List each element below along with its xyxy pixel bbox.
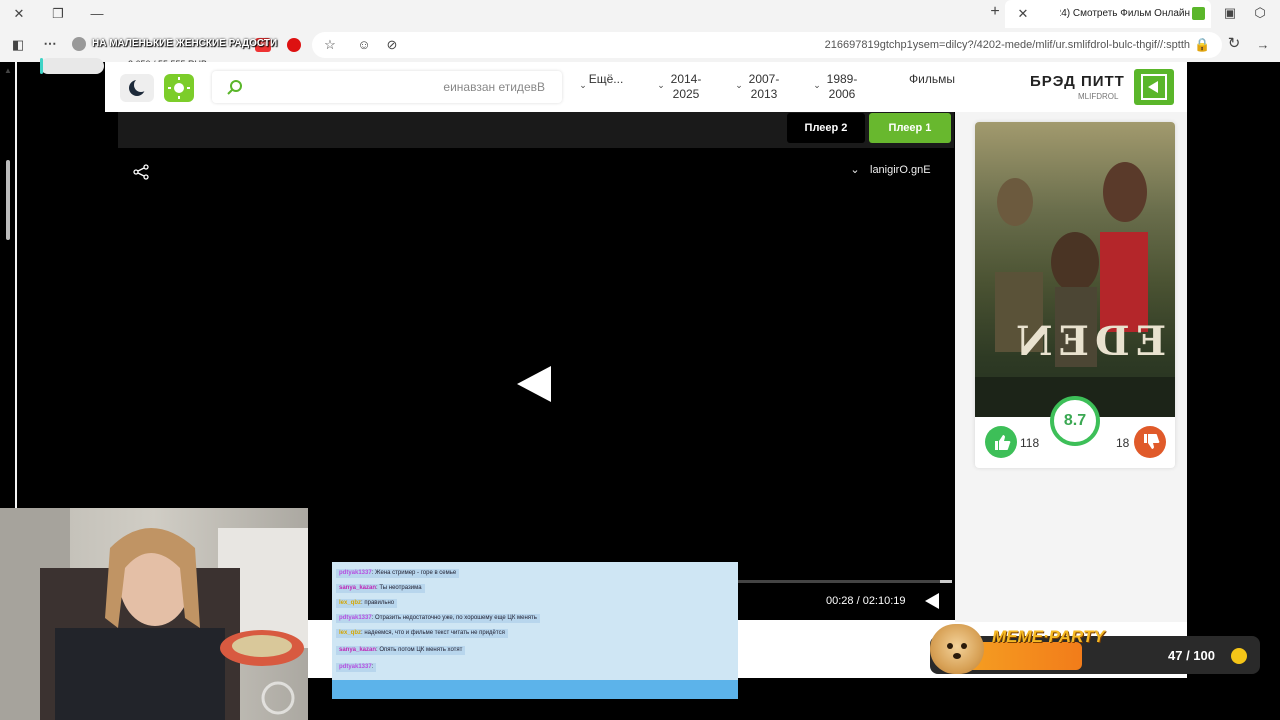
page-scrollbar[interactable] [15, 62, 17, 508]
dark-theme-button[interactable] [120, 74, 154, 102]
new-tab-icon[interactable]: + [988, 4, 1002, 20]
dislikes-count: 18 [1116, 436, 1130, 450]
refresh-icon[interactable]: ↻ [1226, 36, 1242, 51]
site-logo-name[interactable]: БРЭД ПИТТ [1030, 73, 1125, 90]
nav-films[interactable]: Фильмы [900, 72, 964, 87]
play-icon[interactable] [515, 364, 553, 404]
chevron-down-icon[interactable]: ⌄ [734, 78, 744, 92]
streamer-webcam [0, 508, 308, 720]
chat-message: pdtyak1337: Отразить недостаточно уже, п… [336, 614, 540, 623]
chevron-down-icon[interactable]: ⌄ [578, 78, 588, 92]
close-window-icon[interactable]: ✕ [12, 7, 26, 21]
scroll-up-icon[interactable]: ▲ [3, 64, 13, 78]
chat-input[interactable] [332, 680, 738, 699]
donation-goal-bar [40, 58, 104, 74]
scrollbar-thumb[interactable] [6, 160, 10, 240]
stream-chat: pdtyak1337: Жена стример - горе в семье … [332, 562, 738, 699]
donation-goal-fill [40, 58, 43, 74]
share-icon[interactable] [132, 163, 150, 181]
chat-message: lex_qbz: надеемся, что и фильме текст чи… [336, 629, 508, 638]
site-logo-sub: LORDFILM [1078, 92, 1119, 101]
meme-party-count: 47 / 100 [1168, 648, 1215, 663]
chat-message: pdtyak1337: [336, 663, 377, 672]
close-tab-icon[interactable]: ✕ [1016, 7, 1030, 21]
coin-icon [1231, 648, 1247, 664]
like-button[interactable] [985, 426, 1017, 458]
chat-message: pdtyak1337: Жена стример - горе в семье [336, 569, 460, 578]
chat-message: lex_qbz: правильно [336, 599, 398, 608]
chat-message: sanya_kazan: Ты неотразима [336, 584, 425, 593]
movie-poster[interactable] [975, 122, 1175, 417]
sidebar-toggle-icon[interactable]: ◧ [10, 38, 26, 52]
chevron-down-icon[interactable]: ⌄ [849, 163, 861, 177]
poster-title: EDEN [1010, 318, 1167, 365]
search-placeholder: Введите название [443, 80, 545, 94]
doge-icon [930, 624, 984, 674]
tab-player-2[interactable]: Плеер 2 [787, 113, 865, 143]
search-icon[interactable] [226, 78, 244, 96]
opera-extension-icon[interactable] [287, 38, 301, 52]
play-small-icon[interactable] [923, 592, 941, 610]
url-text[interactable]: https://fight-club-lordfilms.ru/film/ede… [600, 39, 1190, 51]
rating-badge: 8.7 [1050, 396, 1100, 446]
tab-actions-icon[interactable]: ▣ [1222, 6, 1238, 20]
audio-track-label[interactable]: Eng.Original [870, 164, 931, 176]
reader-mode-icon[interactable]: ☺ [356, 38, 372, 52]
site-favicon-icon [1192, 7, 1205, 20]
more-menu-icon[interactable]: ⋯ [42, 37, 58, 51]
chat-message: sanya_kazan: Опять потом ЦК менять хотят [336, 646, 466, 655]
donation-goal-title: НА МАЛЕНЬКИЕ ЖЕНСКИЕ РАДОСТИ [92, 38, 278, 49]
meme-party-title: MEME·PARTY [992, 627, 1105, 646]
minimize-window-icon[interactable]: — [90, 7, 104, 21]
tracking-off-icon[interactable]: ⊘ [384, 38, 400, 52]
chevron-down-icon[interactable]: ⌄ [812, 78, 822, 92]
profile-icon[interactable] [72, 37, 86, 51]
favorite-star-icon[interactable]: ☆ [322, 38, 338, 52]
tab-title: Эдем (2024) Смотреть Фильм Онлайн [1060, 8, 1190, 19]
video-progress-fill[interactable] [940, 580, 952, 583]
back-icon[interactable]: → [1256, 38, 1270, 52]
lock-icon[interactable]: 🔒 [1194, 38, 1210, 52]
workspaces-icon[interactable]: ⬡ [1252, 6, 1268, 20]
chevron-down-icon[interactable]: ⌄ [656, 78, 666, 92]
tab-player-1[interactable]: Плеер 1 [869, 113, 951, 143]
light-theme-button[interactable] [164, 74, 194, 102]
site-logo-icon[interactable] [1134, 69, 1174, 105]
restore-window-icon[interactable]: ❐ [51, 7, 65, 21]
likes-count: 118 [1020, 436, 1040, 450]
video-time: 00:28 / 02:10:19 [826, 595, 906, 607]
dislike-button[interactable] [1134, 426, 1166, 458]
